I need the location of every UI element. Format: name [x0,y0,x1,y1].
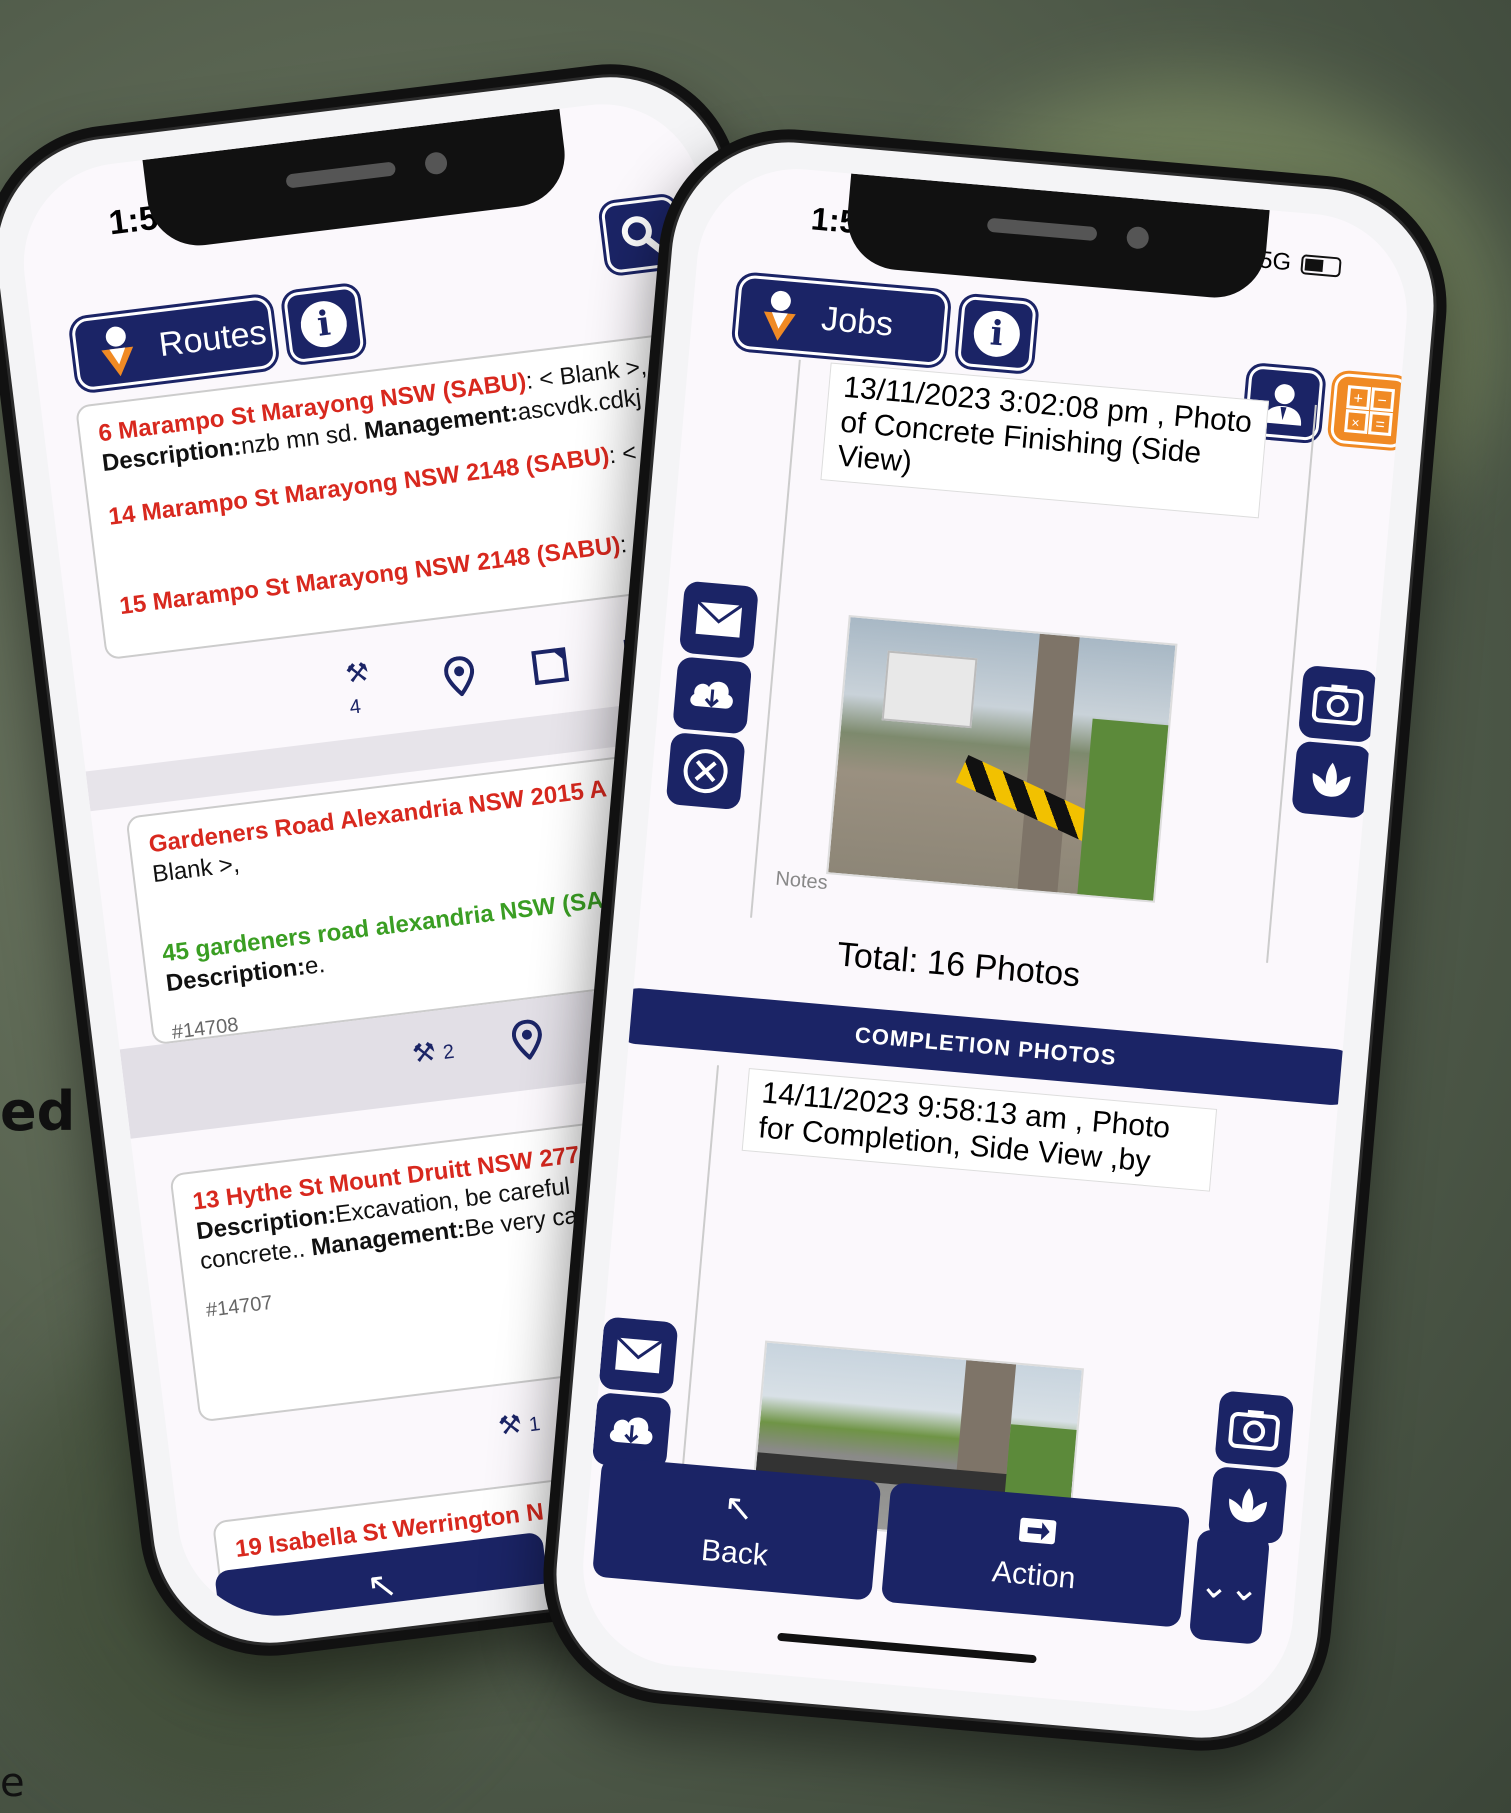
site-photo[interactable] [826,615,1178,903]
info-button[interactable]: i [282,284,365,364]
calculator-button[interactable]: + − × = [1329,372,1410,449]
camera-button[interactable] [1297,664,1378,744]
hammer-icon: ⚒ [410,1035,438,1069]
routes-button[interactable]: Routes [70,295,278,392]
user-pin-icon [101,326,134,377]
jobs-label: Jobs [819,299,895,344]
back-arrow-icon: ↖ [721,1485,756,1530]
download-button[interactable] [672,656,753,735]
jobs-count[interactable]: ⚒ 4 [344,654,391,720]
info-button[interactable]: i [956,295,1037,372]
right-phone-screen: 1:58 ▮▮▮ 5G Jobs i +−×= 13/11/2023 3:02 [574,160,1416,1720]
jobs-button[interactable]: Jobs [733,274,950,367]
gallery-button[interactable] [1291,740,1372,819]
camera-icon [1228,1409,1280,1451]
hammer-icon: ⚒ [343,656,371,690]
photo-total: Total: 16 Photos [835,935,1082,995]
battery-icon [1300,253,1342,278]
hammer-icon: ⚒ [496,1407,524,1441]
notch [142,108,571,252]
email-button[interactable] [598,1316,679,1395]
notch [843,173,1270,302]
email-button[interactable] [678,580,759,659]
svg-text:×: × [1351,414,1361,431]
back-button[interactable]: ↖ Back [592,1456,882,1601]
routes-label: Routes [156,312,269,364]
home-indicator [777,1632,1037,1664]
back-arrow-icon: ↖ [364,1562,400,1608]
side-caption-2: e [0,1760,25,1806]
close-circle-icon [683,749,728,794]
map-pin-icon[interactable] [505,1017,550,1062]
jobs-count[interactable]: ⚒ 2 [411,1033,456,1069]
flower-icon [1229,1488,1268,1523]
photo-card: 13/11/2023 3:02:08 pm , Photo of Concret… [750,359,1317,963]
envelope-icon [693,599,745,640]
cloud-download-icon [690,681,733,709]
svg-text:−: − [1377,392,1388,410]
right-phone: 1:58 ▮▮▮ 5G Jobs i +−×= 13/11/2023 3:02 [532,118,1458,1762]
expand-button[interactable]: ⌄⌄ [1188,1528,1271,1645]
flower-icon [1312,762,1351,797]
delete-button[interactable] [665,732,746,811]
info-icon: i [298,298,350,350]
map-pin-icon[interactable] [438,654,481,698]
side-caption-1: ed [0,1080,76,1143]
svg-text:+: + [1353,390,1364,408]
chevron-double-down-icon: ⌄⌄ [1197,1563,1262,1610]
jobs-count[interactable]: ⚒ 1 [497,1406,542,1442]
cloud-download-icon [609,1417,653,1445]
photo-caption: 13/11/2023 3:02:08 pm , Photo of Concret… [820,362,1270,518]
envelope-icon [612,1335,664,1376]
calculator-icon: + −× = [1344,385,1396,437]
forward-icon [1018,1517,1057,1545]
action-button[interactable]: Action [880,1482,1191,1628]
info-icon: i [971,308,1022,359]
notes-icon[interactable] [530,643,573,687]
svg-text:=: = [1375,416,1386,434]
user-pin-icon [763,290,796,341]
camera-icon [1311,684,1364,726]
camera-button[interactable] [1214,1390,1295,1469]
